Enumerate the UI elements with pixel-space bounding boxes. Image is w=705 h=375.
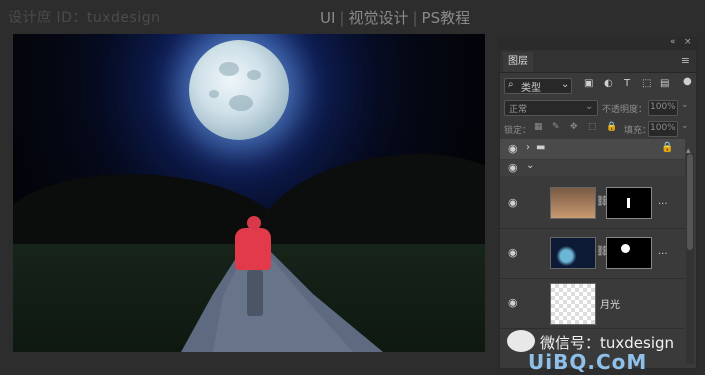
document-canvas[interactable]	[13, 34, 485, 352]
scrollbar-thumb[interactable]	[687, 154, 693, 250]
panel-menu-icon[interactable]: ≡	[681, 54, 690, 67]
eye-icon[interactable]: ◉	[508, 161, 518, 174]
lock-image-icon[interactable]: ✎	[552, 122, 560, 132]
brand-watermark: UiBQ.CoM	[528, 350, 648, 374]
fill-value: 100%	[650, 123, 676, 133]
lock-artboard-icon[interactable]: ⬚	[588, 122, 597, 132]
layer-more[interactable]: ...	[658, 196, 668, 207]
opacity-value: 100%	[650, 102, 676, 112]
fill-input[interactable]: 100%	[648, 121, 678, 137]
layer-row-group-expanded[interactable]: ◉ ⌄	[500, 160, 685, 176]
lock-all-icon[interactable]: 🔒	[606, 122, 617, 132]
blend-mode-value: 正常	[509, 105, 528, 115]
filter-pixel-icon[interactable]: ▣	[584, 78, 593, 89]
filter-shape-icon[interactable]: ⬚	[642, 78, 651, 89]
layers-panel: « × 图层 ≡ ⌕ 类型 ⌄ ▣ ◐ T ⬚ ▤ ● 正常 ⌄ 不透明度： 1…	[499, 37, 697, 369]
layer-mask-thumbnail[interactable]	[606, 187, 652, 219]
layers-scrollbar[interactable]	[686, 154, 694, 364]
nav-ui[interactable]: UI	[320, 9, 335, 27]
layer-row-group[interactable]: ◉ › ▬ 🔒	[500, 139, 685, 159]
eye-icon[interactable]: ◉	[508, 246, 518, 259]
opacity-chevron-icon[interactable]: ⌄	[681, 100, 689, 110]
lock-icon: 🔒	[661, 142, 674, 153]
filter-toggle-icon[interactable]: ●	[683, 76, 692, 87]
fill-chevron-icon[interactable]: ⌄	[681, 121, 689, 131]
lock-transparent-icon[interactable]: ▦	[534, 122, 543, 132]
collapse-icon[interactable]: «	[670, 37, 676, 47]
wechat-icon	[507, 330, 535, 352]
chevron-down-icon: ⌄	[585, 101, 594, 112]
chevron-down-icon[interactable]: ⌄	[526, 160, 534, 171]
chevron-down-icon: ⌄	[561, 79, 570, 90]
figure-hood	[247, 216, 261, 230]
layer-row-moon[interactable]: ◉ ⛓ ...	[500, 228, 685, 279]
layer-row-moonlight[interactable]: ◉ 月光	[500, 278, 685, 329]
header-left-label: 设计庶 ID：tuxdesign	[8, 10, 161, 26]
layer-row-runner[interactable]: ◉ ⛓ ...	[500, 178, 685, 229]
scroll-up-icon[interactable]: ▴	[686, 146, 691, 156]
fill-label: 填充：	[624, 126, 652, 136]
opacity-label: 不透明度：	[602, 105, 648, 115]
layer-mask-thumbnail[interactable]	[606, 237, 652, 269]
blend-mode-select[interactable]: 正常 ⌄	[504, 100, 598, 116]
filter-adjust-icon[interactable]: ◐	[604, 78, 613, 89]
layer-thumbnail	[550, 283, 596, 325]
filter-type-icon[interactable]: T	[624, 78, 630, 89]
filter-label: 类型	[521, 83, 541, 94]
nav-ps-tutorial[interactable]: PS教程	[422, 9, 471, 27]
folder-icon: ▬	[536, 142, 546, 153]
figure-legs	[247, 270, 263, 316]
chevron-right-icon[interactable]: ›	[526, 142, 530, 153]
figure-jacket	[235, 228, 271, 270]
layer-name[interactable]: 月光	[600, 296, 620, 311]
layer-thumbnail	[550, 237, 596, 269]
eye-icon[interactable]: ◉	[508, 296, 518, 309]
panel-top-bar: « ×	[500, 37, 696, 50]
lock-label: 锁定：	[504, 126, 532, 136]
header-right-nav: UI | 视觉设计 | PS教程	[320, 9, 471, 27]
close-icon[interactable]: ×	[684, 37, 692, 47]
eye-icon[interactable]: ◉	[508, 142, 518, 155]
filter-smart-icon[interactable]: ▤	[660, 78, 669, 89]
layer-thumbnail	[550, 187, 596, 219]
layer-filter-select[interactable]: ⌕ 类型 ⌄	[504, 78, 572, 94]
eye-icon[interactable]: ◉	[508, 196, 518, 209]
search-icon: ⌕	[508, 79, 514, 90]
layer-more[interactable]: ...	[658, 246, 668, 257]
lock-position-icon[interactable]: ✥	[570, 122, 578, 132]
tab-layers[interactable]: 图层	[503, 52, 533, 72]
nav-visual-design[interactable]: 视觉设计	[348, 9, 408, 27]
opacity-input[interactable]: 100%	[648, 100, 678, 116]
